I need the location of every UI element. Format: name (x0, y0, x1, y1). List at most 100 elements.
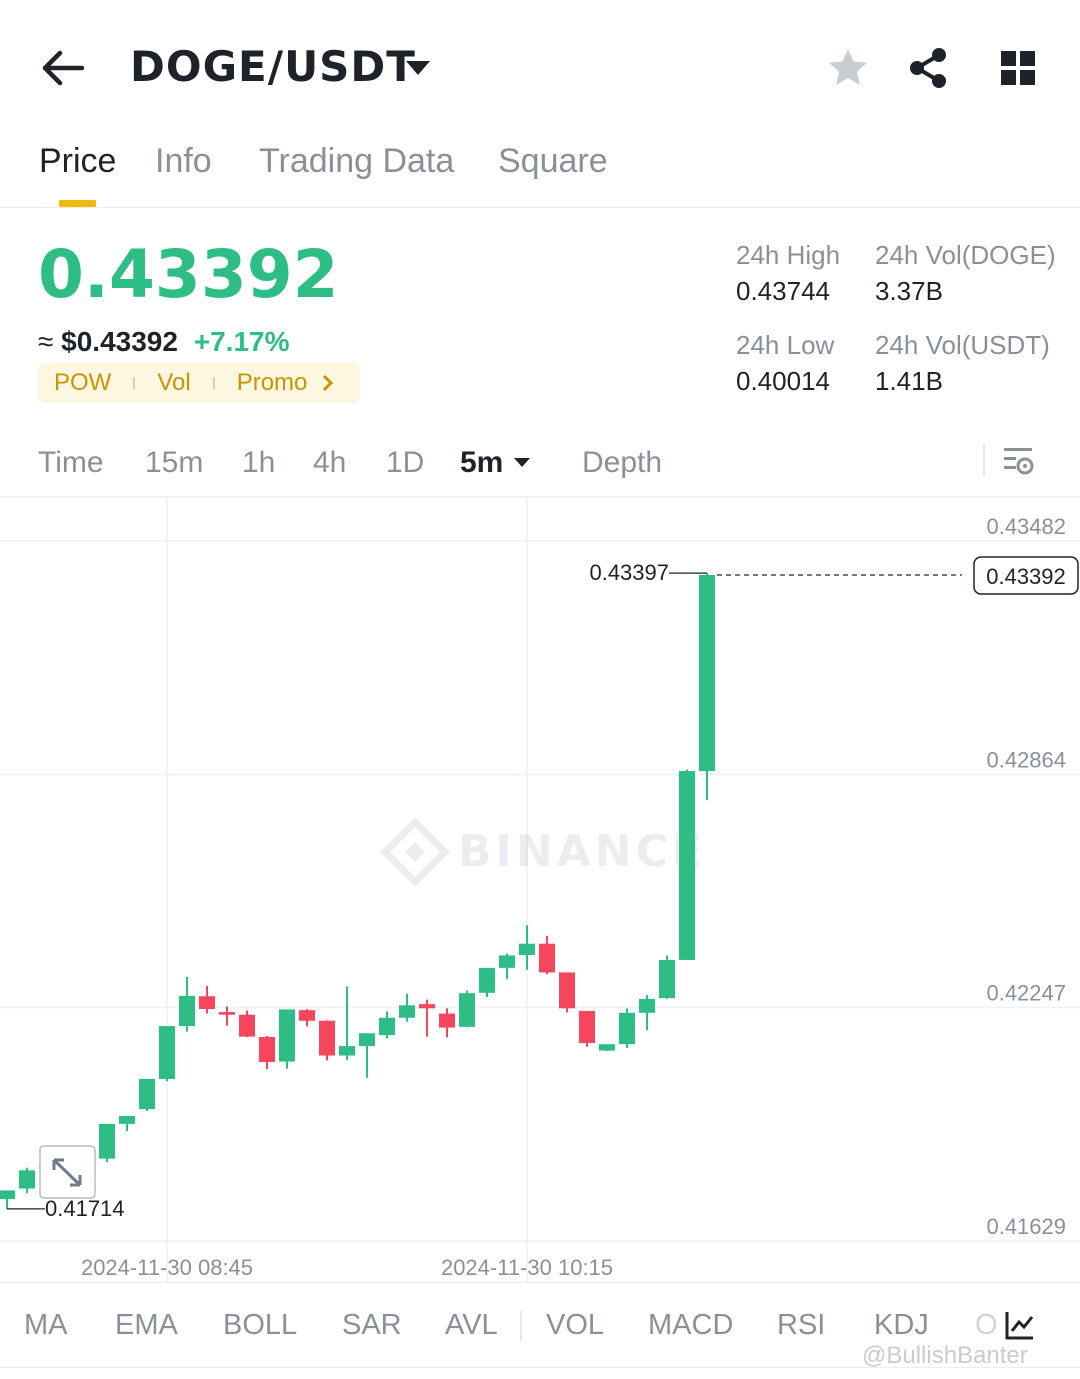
candle-body (159, 1026, 175, 1079)
price-chart[interactable]: BINANCE 0.43482 0.42864 0.42247 0.41629 2024… (0, 498, 1080, 1282)
chevron-right-icon[interactable] (321, 374, 335, 392)
candle (179, 976, 195, 1032)
candle-body (419, 1004, 435, 1009)
active-tab-indicator (59, 200, 96, 207)
candle (19, 1167, 35, 1194)
candle-body (359, 1033, 375, 1047)
top-bar: DOGE/USDT (0, 0, 1080, 130)
candle (419, 999, 435, 1037)
token-tags[interactable]: POW Vol Promo (38, 363, 360, 403)
interval-1h[interactable]: 1h (242, 446, 275, 480)
pair-title[interactable]: DOGE/USDT (130, 42, 416, 91)
x-tick-label: 2024-11-30 10:15 (441, 1255, 613, 1280)
indicator-rsi[interactable]: RSI (777, 1309, 825, 1342)
y-tick-label: 0.41629 (986, 1214, 1066, 1239)
candle-body (379, 1017, 395, 1036)
tab-trading-data[interactable]: Trading Data (259, 142, 454, 181)
candle-body (179, 995, 195, 1027)
candle-body (339, 1046, 355, 1056)
candle (339, 986, 355, 1061)
candle (199, 986, 215, 1014)
indicator-ma[interactable]: MA (24, 1309, 68, 1342)
candle (559, 972, 575, 1013)
tag-promo[interactable]: Promo (237, 369, 308, 397)
candle-body (539, 943, 555, 973)
low-label: 24h Low (736, 330, 835, 360)
chart-settings-icon[interactable] (1000, 442, 1038, 480)
candle (99, 1123, 115, 1163)
candle (379, 1011, 395, 1039)
candle-body (199, 996, 215, 1010)
vol-quote-label: 24h Vol(USDT) (875, 330, 1050, 360)
share-icon[interactable] (904, 44, 952, 92)
back-arrow-icon[interactable] (38, 46, 88, 90)
tab-price[interactable]: Price (39, 142, 116, 181)
min-price-label: 0.41714 (45, 1196, 125, 1221)
candle-body (639, 998, 655, 1013)
candle-body (479, 967, 495, 993)
y-tick-label: 0.42247 (986, 981, 1066, 1006)
candle-body (459, 993, 475, 1027)
tag-separator (212, 377, 215, 389)
interval-15m[interactable]: 15m (145, 446, 203, 480)
indicator-boll[interactable]: BOLL (223, 1309, 297, 1342)
indicator-ema[interactable]: EMA (115, 1309, 178, 1342)
candle-body (99, 1123, 115, 1159)
divider (520, 1311, 522, 1341)
candle-body (259, 1037, 275, 1062)
tab-info[interactable]: Info (155, 142, 212, 181)
candle (679, 769, 695, 960)
candle-body (299, 1010, 315, 1021)
x-tick-label: 2024-11-30 08:45 (81, 1255, 253, 1280)
candle-body (519, 943, 535, 956)
indicator-avl[interactable]: AVL (445, 1309, 498, 1342)
interval-bar: Time 15m 1h 4h 1D 5m Depth (0, 430, 1080, 498)
caret-down-icon[interactable] (404, 58, 432, 78)
interval-4h[interactable]: 4h (313, 446, 346, 480)
candle (139, 1078, 155, 1112)
candle (499, 953, 515, 980)
grid-icon[interactable] (994, 44, 1042, 92)
indicator-more[interactable]: O (975, 1309, 998, 1342)
indicator-settings-icon[interactable] (1004, 1309, 1036, 1341)
indicator-macd[interactable]: MACD (648, 1309, 733, 1342)
tab-square[interactable]: Square (498, 142, 608, 181)
last-price-label: 0.43392 (986, 564, 1066, 589)
candle (239, 1010, 255, 1038)
candle-body (0, 1190, 15, 1200)
vol-base-label: 24h Vol(DOGE) (875, 240, 1056, 270)
tag-separator (133, 377, 136, 389)
candle-body (579, 1010, 595, 1044)
user-watermark: @BullishBanter (862, 1342, 1028, 1369)
tag-vol[interactable]: Vol (157, 369, 190, 397)
vol-quote-value: 1.41B (875, 366, 943, 396)
indicator-kdj[interactable]: KDJ (874, 1309, 929, 1342)
candle-body (659, 959, 675, 999)
binance-watermark: BINANCE (380, 817, 702, 887)
candle-body (619, 1012, 635, 1045)
interval-depth[interactable]: Depth (582, 446, 662, 480)
candle-body (679, 771, 695, 960)
candle (259, 1035, 275, 1070)
candle (219, 1006, 235, 1026)
candle-body (499, 955, 515, 968)
interval-time[interactable]: Time (38, 446, 104, 480)
approx-usd-price: $0.43392 (61, 326, 178, 357)
candle (439, 1008, 455, 1038)
star-icon[interactable] (824, 44, 872, 92)
interval-1d[interactable]: 1D (386, 446, 424, 480)
candle (359, 1033, 375, 1078)
fullscreen-button[interactable] (39, 1145, 96, 1199)
divider (983, 444, 985, 476)
candle-body (279, 1009, 295, 1062)
low-value: 0.40014 (736, 366, 830, 396)
tag-pow[interactable]: POW (54, 369, 111, 397)
interval-5m[interactable]: 5m (460, 446, 503, 480)
indicator-vol[interactable]: VOL (546, 1309, 604, 1342)
caret-down-icon[interactable] (512, 456, 532, 470)
candle-body (699, 574, 715, 772)
candle (539, 935, 555, 975)
indicator-sar[interactable]: SAR (342, 1309, 402, 1342)
candle (0, 1190, 15, 1209)
candle (319, 1020, 335, 1061)
